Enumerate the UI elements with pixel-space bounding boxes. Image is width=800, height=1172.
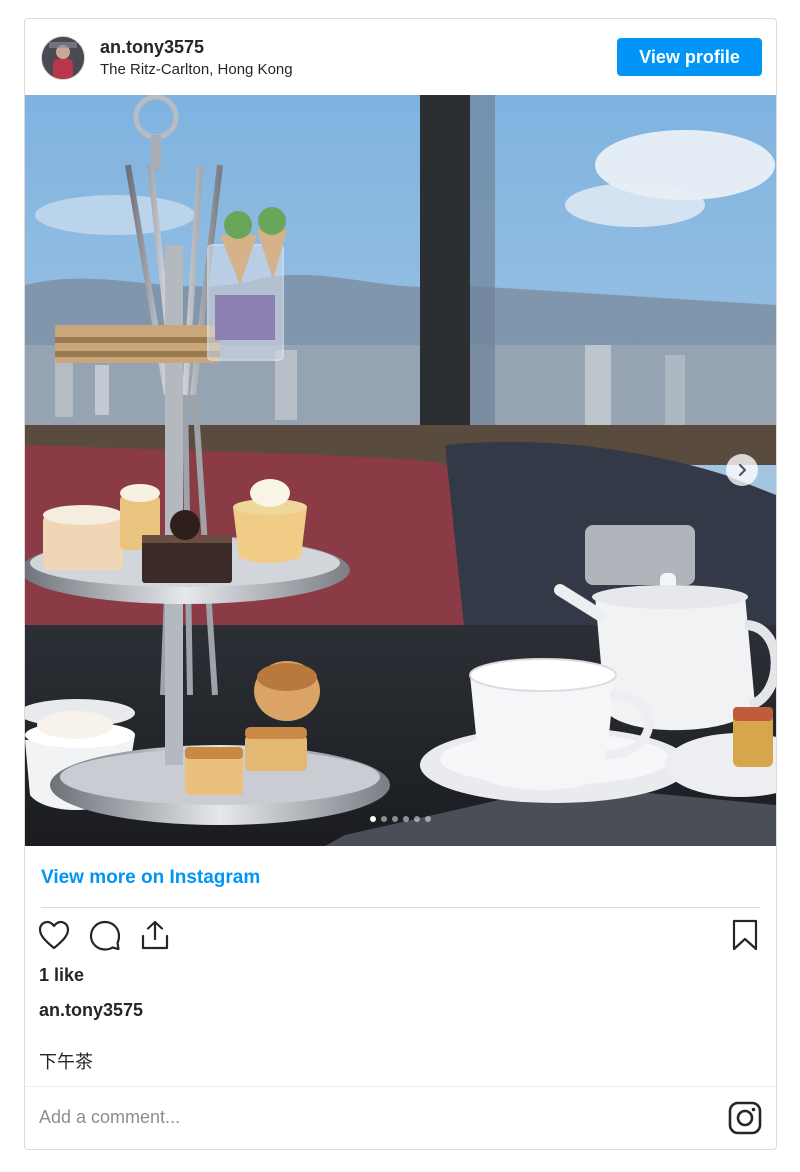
carousel-dot	[381, 816, 387, 822]
like-count[interactable]: 1 like	[39, 965, 84, 986]
carousel-dot	[414, 816, 420, 822]
carousel-indicator	[25, 816, 776, 822]
carousel-dot	[403, 816, 409, 822]
carousel-next-button[interactable]	[726, 454, 758, 486]
heart-icon	[38, 920, 70, 950]
caption-username[interactable]: an.tony3575	[39, 1000, 143, 1021]
post-username[interactable]: an.tony3575	[100, 37, 204, 58]
instagram-embed-card: an.tony3575 The Ritz-Carlton, Hong Kong …	[24, 18, 777, 1150]
view-profile-button[interactable]: View profile	[617, 38, 762, 76]
share-button[interactable]	[138, 918, 172, 952]
post-location[interactable]: The Ritz-Carlton, Hong Kong	[100, 61, 293, 78]
bookmark-icon	[732, 919, 758, 951]
comment-input[interactable]	[39, 1097, 699, 1137]
view-more-row: View more on Instagram	[25, 846, 776, 908]
post-image[interactable]	[25, 95, 776, 846]
share-icon	[141, 920, 169, 950]
carousel-dot	[392, 816, 398, 822]
comment-button[interactable]	[88, 918, 122, 952]
chevron-right-icon	[738, 463, 747, 477]
caption-text: 下午茶	[39, 1052, 93, 1072]
view-more-link[interactable]: View more on Instagram	[41, 867, 260, 889]
carousel-dot	[370, 816, 376, 822]
avatar[interactable]	[41, 36, 85, 80]
instagram-icon[interactable]	[728, 1101, 762, 1135]
comment-icon	[89, 920, 121, 951]
divider	[41, 907, 760, 908]
divider	[25, 1086, 776, 1087]
like-button[interactable]	[37, 918, 71, 952]
post-header: an.tony3575 The Ritz-Carlton, Hong Kong …	[25, 19, 776, 95]
save-button[interactable]	[728, 918, 762, 952]
carousel-dot	[425, 816, 431, 822]
